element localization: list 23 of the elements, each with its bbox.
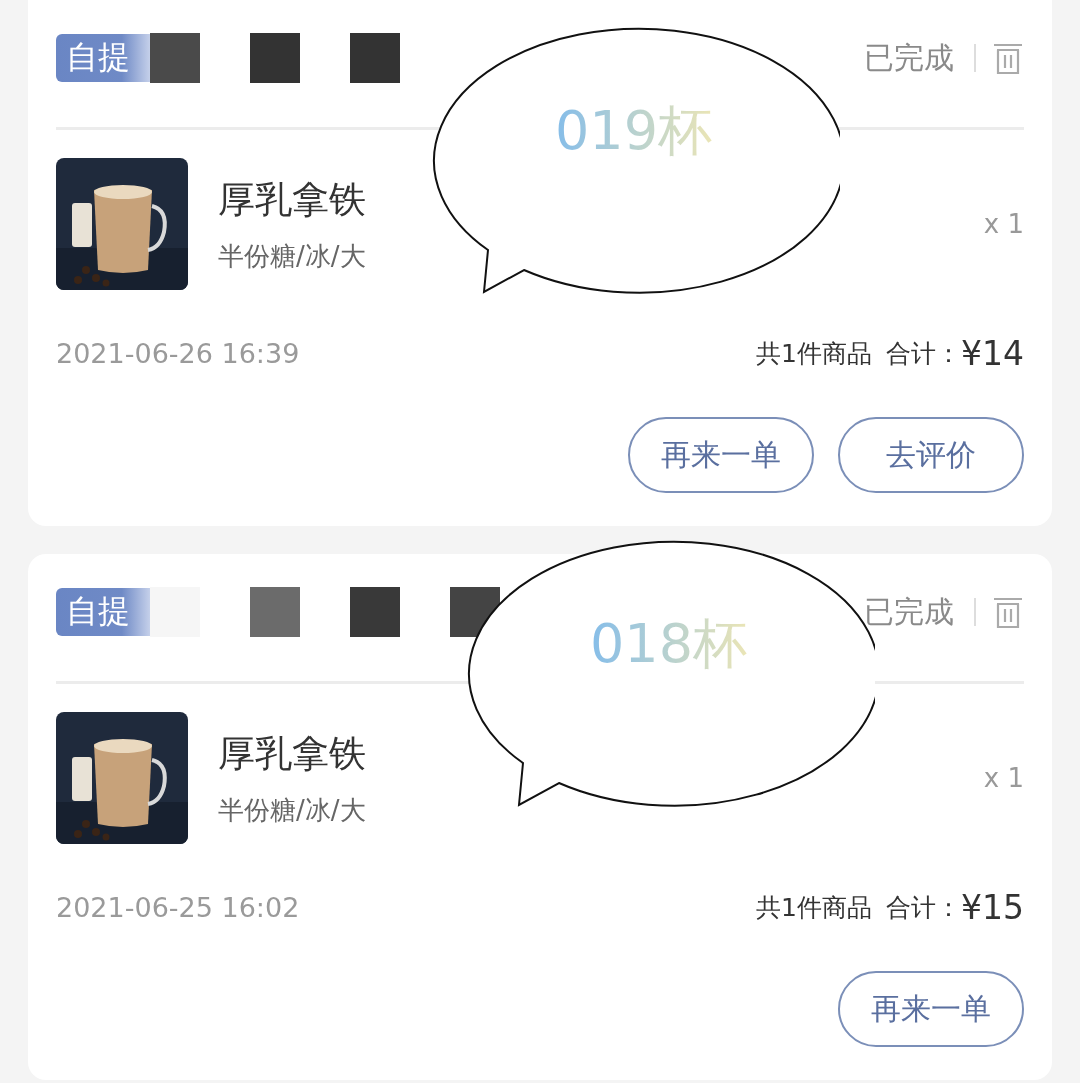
- total-price: ¥14: [961, 334, 1024, 373]
- item-count: 共1件商品: [756, 338, 872, 370]
- order-status: 已完成: [864, 38, 954, 77]
- pickup-badge: 自提: [56, 34, 150, 82]
- quantity: x 1: [983, 209, 1024, 239]
- product-name: 厚乳拿铁: [218, 730, 367, 777]
- trash-icon[interactable]: [992, 595, 1024, 629]
- order-button[interactable]: 再来一单: [628, 417, 814, 493]
- total-label: 合计：: [886, 892, 961, 924]
- product-name: 厚乳拿铁: [218, 176, 367, 223]
- total-label: 合计：: [886, 338, 961, 370]
- pickup-badge: 自提: [56, 588, 150, 636]
- item-count: 共1件商品: [756, 892, 872, 924]
- product-options: 半份糖/冰/大: [218, 792, 984, 828]
- order-button[interactable]: 去评价: [838, 417, 1024, 493]
- order-time: 2021-06-26 16:39: [56, 338, 301, 369]
- order-time: 2021-06-25 16:02: [56, 892, 301, 923]
- order-button[interactable]: 再来一单: [838, 971, 1024, 1047]
- total-price: ¥15: [961, 888, 1024, 927]
- product-options: 半份糖/冰/大: [218, 238, 984, 274]
- quantity: x 1: [983, 763, 1024, 793]
- trash-icon[interactable]: [992, 41, 1024, 75]
- order-status: 已完成: [864, 592, 954, 631]
